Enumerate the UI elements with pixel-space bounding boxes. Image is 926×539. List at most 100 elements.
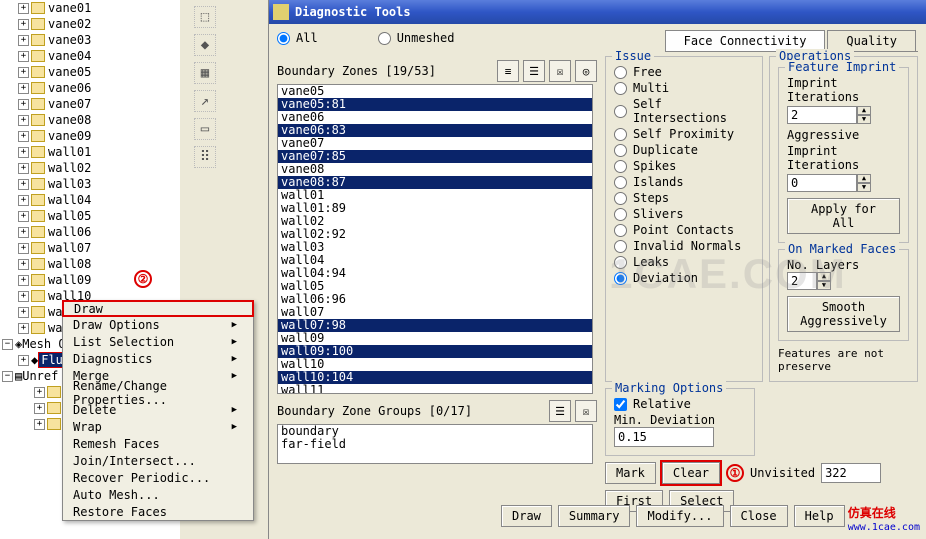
help-button[interactable]: Help (794, 505, 845, 527)
mark-button[interactable]: Mark (605, 462, 656, 484)
plus-icon[interactable]: + (18, 83, 29, 94)
close-button[interactable]: Close (730, 505, 788, 527)
filter-unmeshed[interactable]: Unmeshed (378, 31, 455, 45)
context-menu[interactable]: Draw Draw Options▶ List Selection▶ Diagn… (62, 300, 254, 521)
list-item[interactable]: wall03 (278, 241, 592, 254)
issue-slivers[interactable]: Slivers (614, 207, 754, 221)
apply-for-all-button[interactable]: Apply for All (787, 198, 900, 234)
plus-icon[interactable]: + (18, 131, 29, 142)
list-deselect-icon[interactable]: ☒ (575, 400, 597, 422)
ctx-draw[interactable]: Draw (62, 300, 254, 317)
plus-icon[interactable]: + (18, 275, 29, 286)
ctx-auto-mesh-[interactable]: Auto Mesh... (63, 486, 253, 503)
tree-item[interactable]: + vane01 (0, 0, 180, 16)
imprint-iterations-spin[interactable]: ▲▼ (787, 106, 871, 124)
issue-self-proximity[interactable]: Self Proximity (614, 127, 754, 141)
plus-icon[interactable]: + (18, 19, 29, 30)
plus-icon[interactable]: + (18, 51, 29, 62)
plus-icon[interactable]: + (18, 115, 29, 126)
unvisited-input[interactable] (821, 463, 881, 483)
list-item[interactable]: vane08:87 (278, 176, 592, 189)
draw-button[interactable]: Draw (501, 505, 552, 527)
ctx-draw-options[interactable]: Draw Options▶ (63, 316, 253, 333)
list-item[interactable]: vane06:83 (278, 124, 592, 137)
tab-face-connectivity[interactable]: Face Connectivity (665, 30, 826, 51)
dot-icon[interactable]: ⠿ (194, 146, 216, 168)
issue-leaks[interactable]: Leaks (614, 255, 754, 269)
minus-icon[interactable]: − (2, 371, 13, 382)
tree-item[interactable]: + wall02 (0, 160, 180, 176)
tree-item[interactable]: + vane03 (0, 32, 180, 48)
relative-checkbox[interactable]: Relative (614, 397, 746, 411)
plus-icon[interactable]: + (18, 243, 29, 254)
list-item[interactable]: wall06:96 (278, 293, 592, 306)
plus-icon[interactable]: + (18, 163, 29, 174)
list-item[interactable]: wall09:100 (278, 345, 592, 358)
issue-self-intersections[interactable]: Self Intersections (614, 97, 754, 125)
ctx-recover-periodic-[interactable]: Recover Periodic... (63, 469, 253, 486)
list-target-icon[interactable]: ◎ (575, 60, 597, 82)
tree-item[interactable]: + vane04 (0, 48, 180, 64)
list-item[interactable]: wall04:94 (278, 267, 592, 280)
tree-item[interactable]: + vane02 (0, 16, 180, 32)
plus-icon[interactable]: + (18, 195, 29, 206)
grid-icon[interactable]: ▦ (194, 62, 216, 84)
list-item[interactable]: vane07:85 (278, 150, 592, 163)
plus-icon[interactable]: + (34, 387, 45, 398)
cube-shaded-icon[interactable]: ◆ (194, 34, 216, 56)
filter-all[interactable]: All (277, 31, 318, 45)
clear-button[interactable]: Clear (662, 462, 720, 484)
list-item[interactable]: wall02:92 (278, 228, 592, 241)
plus-icon[interactable]: + (34, 419, 45, 430)
plus-icon[interactable]: + (18, 291, 29, 302)
layers-spin[interactable]: ▲▼ (787, 272, 831, 290)
list-select-icon[interactable]: ☰ (549, 400, 571, 422)
list-item[interactable]: far-field (278, 438, 592, 451)
tree-item[interactable]: + wall08 (0, 256, 180, 272)
issue-point-contacts[interactable]: Point Contacts (614, 223, 754, 237)
ctx-join-intersect-[interactable]: Join/Intersect... (63, 452, 253, 469)
plus-icon[interactable]: + (18, 35, 29, 46)
summary-button[interactable]: Summary (558, 505, 631, 527)
ctx-restore-faces[interactable]: Restore Faces (63, 503, 253, 520)
ctx-remesh-faces[interactable]: Remesh Faces (63, 435, 253, 452)
tree-item[interactable]: + wall07 (0, 240, 180, 256)
ctx-diagnostics[interactable]: Diagnostics▶ (63, 350, 253, 367)
box-icon[interactable]: ▭ (194, 118, 216, 140)
smooth-aggressively-button[interactable]: Smooth Aggressively (787, 296, 900, 332)
issue-free[interactable]: Free (614, 65, 754, 79)
list-item[interactable]: vane05:81 (278, 98, 592, 111)
ctx-list-selection[interactable]: List Selection▶ (63, 333, 253, 350)
tree-item[interactable]: + wall01 (0, 144, 180, 160)
list-item[interactable]: wall10:104 (278, 371, 592, 384)
plus-icon[interactable]: + (18, 355, 29, 366)
ctx-wrap[interactable]: Wrap▶ (63, 418, 253, 435)
tree-item[interactable]: + wall03 (0, 176, 180, 192)
tree-item[interactable]: + vane09 (0, 128, 180, 144)
tree-item[interactable]: + wall05 (0, 208, 180, 224)
plus-icon[interactable]: + (18, 67, 29, 78)
list-item[interactable]: wall11 (278, 384, 592, 394)
list-item[interactable]: wall07:98 (278, 319, 592, 332)
boundary-zones-list[interactable]: vane05vane05:81vane06vane06:83vane07vane… (277, 84, 593, 394)
plus-icon[interactable]: + (18, 323, 29, 334)
tree-item[interactable]: + wall06 (0, 224, 180, 240)
plus-icon[interactable]: + (18, 307, 29, 318)
plus-icon[interactable]: + (18, 99, 29, 110)
issue-islands[interactable]: Islands (614, 175, 754, 189)
issue-spikes[interactable]: Spikes (614, 159, 754, 173)
tab-quality[interactable]: Quality (827, 30, 916, 51)
tree-item[interactable]: + vane06 (0, 80, 180, 96)
plus-icon[interactable]: + (34, 403, 45, 414)
tree-item[interactable]: + wall04 (0, 192, 180, 208)
plus-icon[interactable]: + (18, 147, 29, 158)
issue-duplicate[interactable]: Duplicate (614, 143, 754, 157)
plus-icon[interactable]: + (18, 179, 29, 190)
list-deselect-icon[interactable]: ☒ (549, 60, 571, 82)
arrow-icon[interactable]: ↗ (194, 90, 216, 112)
min-deviation-input[interactable] (614, 427, 714, 447)
tree-item[interactable]: + vane05 (0, 64, 180, 80)
list-item[interactable]: wall01:89 (278, 202, 592, 215)
aggressive-iterations-spin[interactable]: ▲▼ (787, 174, 871, 192)
issue-deviation[interactable]: Deviation (614, 271, 754, 285)
